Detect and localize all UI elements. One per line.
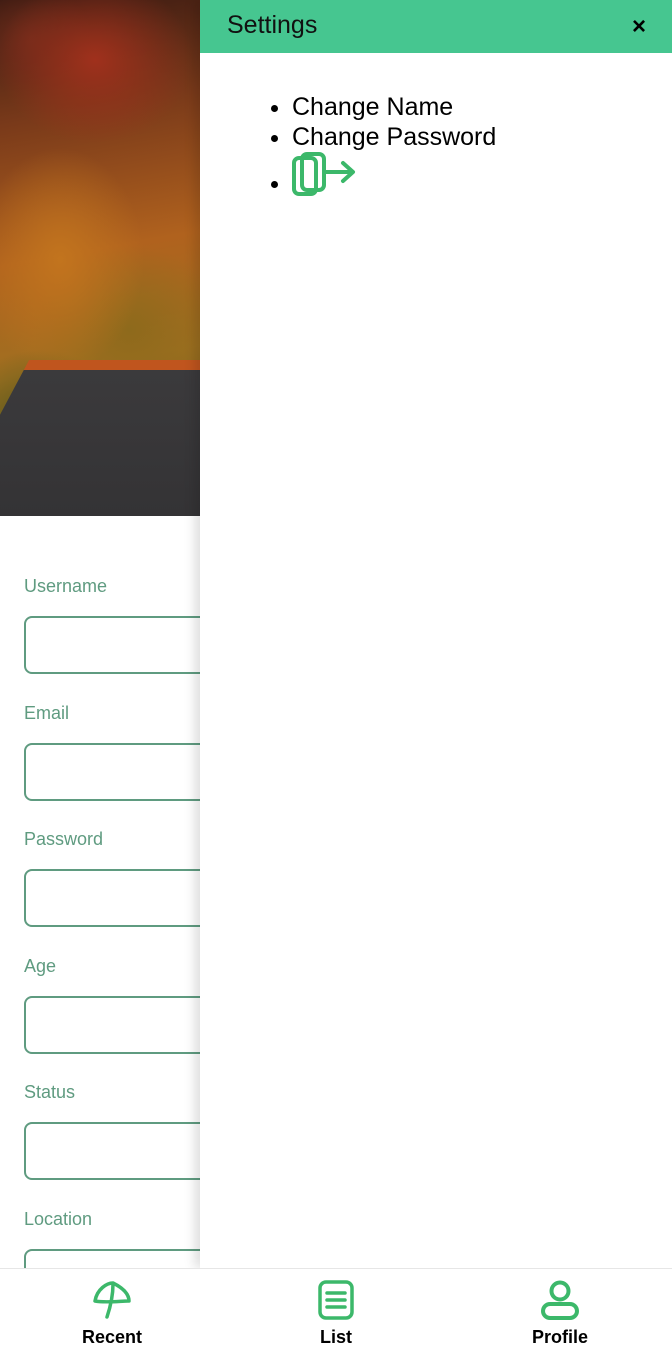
- nav-item-recent[interactable]: Recent: [0, 1269, 224, 1348]
- settings-title: Settings: [227, 11, 318, 39]
- settings-item-logout: [292, 152, 496, 204]
- leaf-icon: [93, 1281, 131, 1319]
- settings-item-change-name: Change Name: [292, 92, 496, 122]
- bottom-nav: Recent List Profile: [0, 1268, 672, 1348]
- logout-icon: [292, 152, 355, 196]
- settings-drawer: Settings × Change Name Change Password: [200, 0, 672, 1268]
- settings-item-change-password: Change Password: [292, 122, 496, 152]
- nav-label-profile: Profile: [531, 1327, 588, 1347]
- settings-header: Settings ×: [200, 0, 672, 53]
- logout-button[interactable]: [292, 152, 358, 198]
- nav-item-profile[interactable]: Profile: [448, 1269, 672, 1348]
- change-password-link[interactable]: Change Password: [292, 123, 496, 151]
- nav-item-list[interactable]: List: [224, 1269, 448, 1348]
- nav-label-recent: Recent: [81, 1327, 143, 1347]
- profile-icon: [541, 1280, 579, 1320]
- nav-label-list: List: [319, 1327, 352, 1347]
- change-name-link[interactable]: Change Name: [292, 93, 453, 121]
- profile-page: Username Email Password Age Status Locat…: [0, 0, 672, 1348]
- list-icon: [318, 1280, 354, 1320]
- close-button[interactable]: ×: [624, 12, 654, 42]
- settings-list: Change Name Change Password: [200, 92, 496, 204]
